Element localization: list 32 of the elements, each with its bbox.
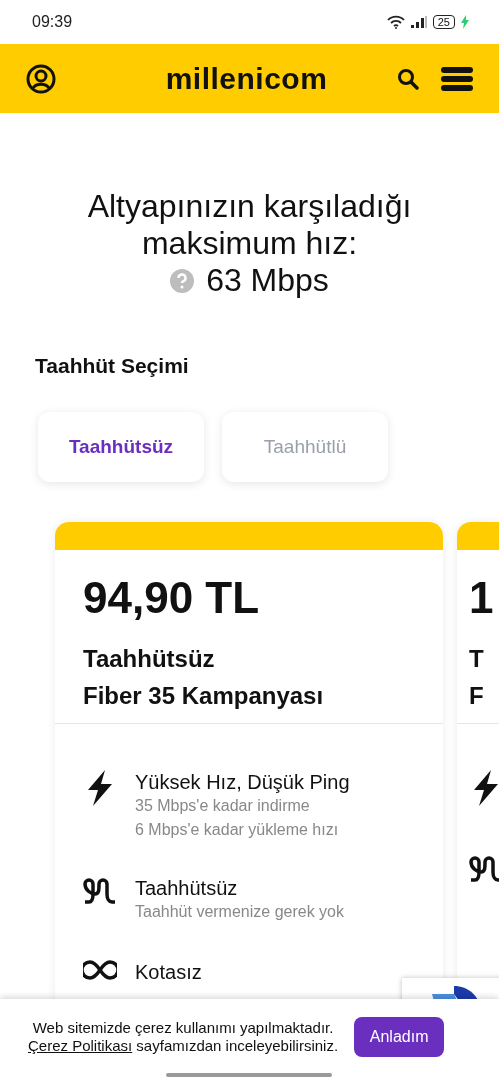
feature-detail: Taahhüt vermenize gerek yok	[135, 902, 344, 922]
loop-icon	[83, 876, 117, 904]
search-icon[interactable]	[397, 67, 419, 90]
feature-title: Yüksek Hız, Düşük Ping	[135, 770, 350, 794]
plan-name: F	[469, 681, 485, 711]
section-title: Taahhüt Seçimi	[35, 354, 190, 378]
commitment-tab[interactable]: Taahhütsüz	[38, 412, 204, 482]
user-icon[interactable]	[26, 63, 56, 94]
accept-button[interactable]: Anladım	[354, 1016, 445, 1057]
charging-icon	[461, 15, 469, 29]
card-top-bar	[457, 522, 499, 550]
policy-link[interactable]: Çerez Politikası	[28, 1036, 133, 1054]
infinity-icon	[83, 960, 117, 980]
cookie-text: Web sitemizde çerez kullanımı yapılmaktadır. Çerez Politikası sayfamızdan inceleyebilirsiniz.	[28, 1018, 339, 1055]
status-time: 09:39	[32, 13, 73, 31]
feature-detail: 6 Mbps'e kadar yükleme hızı	[135, 820, 340, 840]
logo[interactable]: millenicom	[165, 61, 328, 96]
plan-price: 1	[469, 572, 495, 624]
battery-level: 25	[432, 15, 455, 29]
headline-text: Altyapınızın karşıladığı maksimum hız:	[86, 188, 413, 262]
menu-icon[interactable]	[441, 66, 473, 91]
loop-icon	[469, 854, 499, 882]
plan-price: 94,90 TL	[83, 572, 261, 624]
feature-detail: 35 Mbps'e kadar indirme	[135, 796, 311, 816]
feature-title: Taahhütsüz	[135, 876, 239, 900]
plan-name: T	[469, 644, 485, 674]
speed-value: 63 Mbps	[206, 262, 329, 299]
plan-name: Taahhütsüz	[83, 644, 216, 674]
signal-icon	[410, 16, 427, 28]
plan-name: Fiber 35 Kampanyası	[83, 681, 325, 711]
wifi-icon	[386, 15, 405, 29]
feature-title: Kotasız	[135, 960, 202, 984]
